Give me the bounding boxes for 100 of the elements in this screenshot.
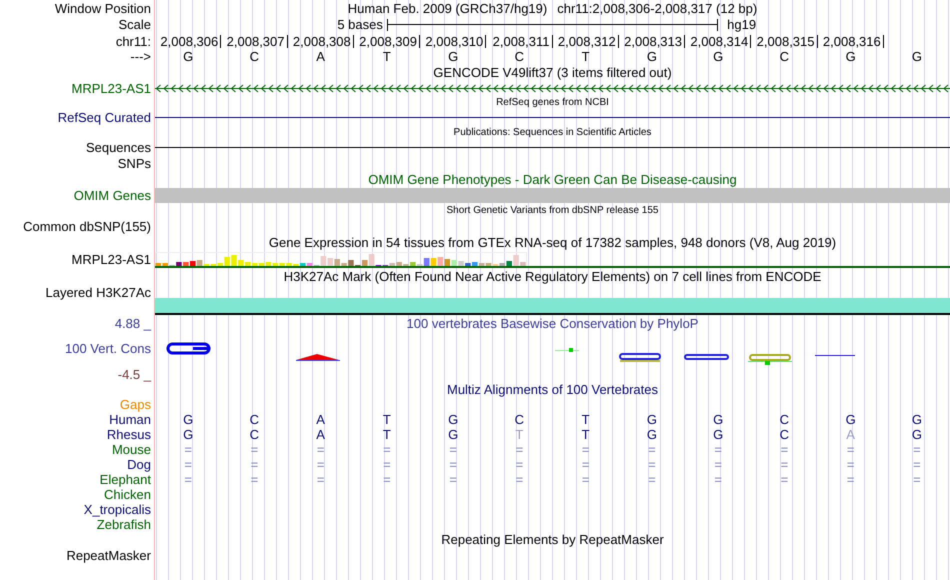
- aligned-base: T: [515, 428, 524, 441]
- aligned-base: =: [913, 443, 921, 456]
- aligned-base: =: [250, 473, 258, 486]
- aligned-base: A: [316, 413, 325, 426]
- aligned-base: G: [183, 413, 194, 426]
- position-label: 2,008,306: [160, 34, 220, 48]
- aligned-base: =: [582, 443, 590, 456]
- aligned-base: G: [912, 413, 922, 426]
- track-label[interactable]: Window Position: [54, 2, 151, 14]
- track-label[interactable]: OMIM Genes: [74, 189, 151, 202]
- track-title: Gene Expression in 54 tissues from GTEx RNA-seq of 17382 samples, 948 donors (V8, Aug 2019): [268, 236, 836, 249]
- track-label[interactable]: Chicken: [104, 488, 151, 501]
- aligned-base: =: [648, 443, 656, 456]
- aligned-base: G: [713, 428, 724, 441]
- aligned-base: =: [846, 443, 854, 456]
- track-label[interactable]: Scale: [118, 18, 151, 31]
- track-label[interactable]: Layered H3K27Ac: [45, 286, 151, 299]
- aligned-base: G: [646, 428, 657, 441]
- aligned-base: T: [382, 428, 391, 441]
- aligned-base: =: [184, 473, 192, 486]
- base-letter: C: [250, 50, 260, 63]
- aligned-base: =: [184, 443, 192, 456]
- base-letter: G: [846, 50, 856, 63]
- track-label[interactable]: Human: [109, 413, 151, 426]
- scale-assembly: hg19: [726, 18, 756, 31]
- track-title: H3K27Ac Mark (Often Found Near Active Regulatory Elements) on 7 cell lines from ENCODE: [284, 270, 822, 282]
- aligned-base: =: [316, 458, 324, 471]
- scale-length: 5 bases: [337, 18, 383, 31]
- aligned-base: =: [780, 443, 788, 456]
- track-label[interactable]: 100 Vert. Cons: [65, 342, 151, 355]
- base-letter: C: [780, 50, 790, 63]
- position-title: chr11:2,008,306-2,008,317 (12 bp): [557, 2, 758, 14]
- aligned-base: G: [713, 413, 724, 426]
- aligned-base: =: [449, 458, 457, 471]
- aligned-base: C: [250, 413, 260, 426]
- base-letter: T: [382, 50, 391, 63]
- aligned-base: T: [582, 413, 590, 426]
- assembly-title: Human Feb. 2009 (GRCh37/hg19): [348, 2, 548, 14]
- position-label: 2,008,314: [690, 34, 750, 48]
- aligned-base: T: [582, 428, 590, 441]
- track-title: Short Genetic Variants from dbSNP release 155: [446, 206, 658, 216]
- track-label[interactable]: Mouse: [112, 443, 151, 456]
- track-label[interactable]: MRPL23-AS1: [72, 253, 151, 266]
- track-label[interactable]: Elephant: [100, 473, 151, 486]
- base-letter: C: [514, 50, 524, 63]
- track-label[interactable]: RepeatMasker: [66, 548, 151, 562]
- track-label[interactable]: -4.5 _: [118, 368, 151, 380]
- aligned-base: =: [383, 473, 391, 486]
- aligned-base: =: [648, 473, 656, 486]
- aligned-base: =: [846, 458, 854, 471]
- position-label: 2,008,308: [292, 34, 352, 48]
- aligned-base: =: [780, 458, 788, 471]
- aligned-base: =: [250, 458, 258, 471]
- track-title: Publications: Sequences in Scientific Articles: [454, 128, 652, 138]
- aligned-base: C: [514, 413, 524, 426]
- expression-bars-drawing[interactable]: [155, 252, 527, 266]
- aligned-base: =: [582, 473, 590, 486]
- aligned-base: G: [912, 428, 922, 441]
- position-label: 2,008,313: [624, 34, 683, 48]
- track-label[interactable]: MRPL23-AS1: [72, 82, 151, 95]
- aligned-base: =: [780, 473, 788, 486]
- base-letter: G: [912, 50, 922, 63]
- position-label: 2,008,311: [492, 34, 550, 48]
- aligned-base: =: [250, 443, 258, 456]
- aligned-base: =: [913, 473, 921, 486]
- track-label[interactable]: Common dbSNP(155): [23, 220, 151, 232]
- position-label: 2,008,312: [558, 34, 617, 48]
- track-title: OMIM Gene Phenotypes - Dark Green Can Be Disease-causing: [368, 173, 737, 186]
- aligned-base: G: [448, 413, 458, 426]
- aligned-base: =: [516, 458, 524, 471]
- track-label[interactable]: Rhesus: [106, 428, 151, 441]
- position-label: 2,008,309: [359, 34, 418, 48]
- track-title: Repeating Elements by RepeatMasker: [441, 533, 664, 546]
- aligned-base: =: [316, 443, 324, 456]
- track-label[interactable]: chr11:: [116, 34, 151, 48]
- aligned-base: =: [383, 443, 391, 456]
- track-label[interactable]: 4.88 _: [114, 316, 151, 330]
- aligned-base: =: [383, 458, 391, 471]
- track-label[interactable]: Dog: [127, 458, 151, 471]
- base-letter: G: [448, 50, 458, 63]
- aligned-base: G: [646, 413, 657, 426]
- aligned-base: =: [714, 458, 722, 471]
- aligned-base: C: [780, 413, 790, 426]
- track-label[interactable]: RefSeq Curated: [58, 111, 151, 124]
- aligned-base: =: [316, 473, 324, 486]
- aligned-base: =: [184, 458, 192, 471]
- base-letter: G: [713, 50, 724, 63]
- track-label[interactable]: --->: [130, 50, 151, 63]
- track-label[interactable]: Sequences: [86, 141, 151, 154]
- position-label: 2,008,316: [822, 34, 882, 48]
- track-label[interactable]: Zebrafish: [96, 518, 151, 531]
- aligned-base: =: [714, 473, 722, 486]
- aligned-base: =: [913, 458, 921, 471]
- aligned-base: =: [516, 443, 524, 456]
- aligned-base: C: [250, 428, 260, 441]
- base-letter: T: [582, 50, 590, 63]
- track-label[interactable]: X_tropicalis: [84, 503, 151, 516]
- aligned-base: =: [449, 473, 457, 486]
- aligned-base: =: [449, 443, 457, 456]
- track-label[interactable]: SNPs: [118, 156, 151, 170]
